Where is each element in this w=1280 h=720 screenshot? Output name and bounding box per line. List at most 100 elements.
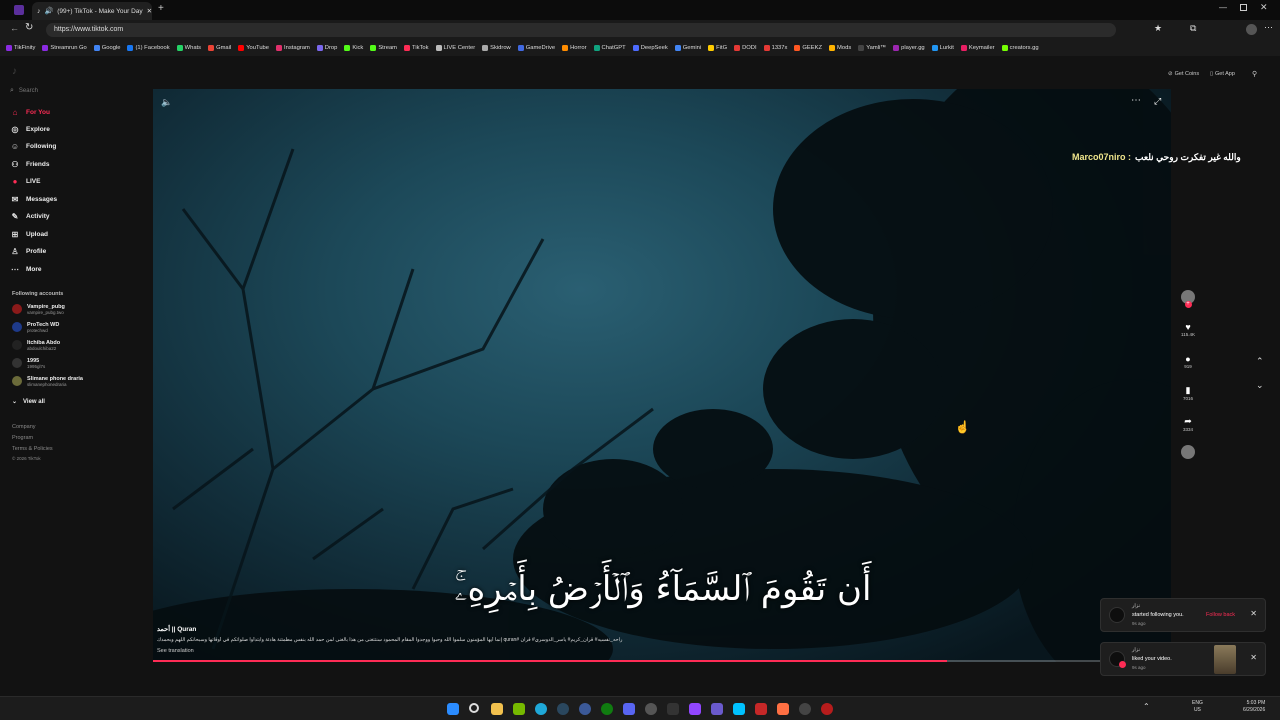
bookmark-item[interactable]: YouTube [238, 45, 269, 51]
window-maximize-button[interactable] [1240, 4, 1247, 11]
see-translation-link[interactable]: See translation [157, 648, 194, 654]
save-button[interactable]: ▮ 7016 [1180, 385, 1196, 401]
nav-item-friends[interactable]: ⚇ Friends [10, 159, 49, 169]
file-explorer-icon[interactable] [491, 703, 503, 715]
follow-back-button[interactable]: Follow back [1206, 612, 1235, 618]
follow-plus-icon[interactable]: + [1184, 301, 1192, 308]
bookmark-item[interactable]: GEEKZ [794, 45, 822, 51]
get-app-button[interactable]: ▯ Get App [1210, 71, 1235, 77]
bookmark-item[interactable]: Mods [829, 45, 851, 51]
app-icon[interactable] [755, 703, 767, 715]
xbox-icon[interactable] [601, 703, 613, 715]
video-progress-bar[interactable] [153, 660, 1171, 662]
bookmark-item[interactable]: creators.gg [1001, 45, 1039, 51]
close-icon[interactable]: ✕ [1250, 609, 1257, 618]
search-box[interactable]: ⌕ Search [10, 84, 140, 98]
bookmark-item[interactable]: Yamli™ [858, 45, 886, 51]
bookmark-item[interactable]: DODI [734, 45, 757, 51]
share-button[interactable]: ➦ 3334 [1180, 416, 1196, 432]
back-icon[interactable]: ← [10, 23, 19, 33]
nav-item-upload[interactable]: ⊞ Upload [10, 229, 48, 239]
bookmark-item[interactable]: ChatGPT [593, 45, 626, 51]
video-more-icon[interactable]: ⋯ [1131, 95, 1141, 106]
nav-item-following[interactable]: ☺ Following [10, 141, 56, 151]
favorite-star-icon[interactable]: ★ [1154, 23, 1162, 34]
footer-link[interactable]: Company [12, 424, 36, 430]
bookmark-item[interactable]: 1337x [763, 45, 787, 51]
bookmark-item[interactable]: Gemini [674, 45, 701, 51]
header-profile-icon[interactable]: ⚲ [1252, 70, 1257, 78]
epic-games-icon[interactable] [667, 703, 679, 715]
window-close-button[interactable]: ✕ [1260, 2, 1268, 13]
new-tab-button[interactable]: + [158, 3, 164, 14]
app-icon[interactable] [777, 703, 789, 715]
bookmark-item[interactable]: LIVE Center [435, 45, 475, 51]
creator-avatar[interactable]: + [1180, 290, 1196, 308]
previous-video-chevron-icon[interactable]: ⌃ [1256, 356, 1264, 367]
sound-avatar[interactable] [1180, 445, 1196, 459]
following-account[interactable]: Itchiba Abdo abdoulchiba22 [12, 340, 60, 351]
nav-item-messages[interactable]: ✉ Messages [10, 194, 57, 204]
bookmark-item[interactable]: GameDrive [517, 45, 555, 51]
url-input[interactable]: https://www.tiktok.com [46, 23, 1116, 37]
nav-item-profile[interactable]: ♙ Profile [10, 246, 46, 256]
following-account[interactable]: Slimane phone draria slimanephonedraria [12, 376, 83, 387]
following-account[interactable]: Vampire_pubg vampire_pubg.two [12, 304, 65, 315]
bookmark-item[interactable]: Drop [316, 45, 337, 51]
notification-like[interactable]: نزار liked your video. 9s ago ✕ [1100, 642, 1266, 676]
close-icon[interactable]: ✕ [1250, 653, 1257, 662]
bookmark-item[interactable]: Instagram [276, 45, 310, 51]
discord-icon[interactable] [623, 703, 635, 715]
bookmark-item[interactable]: Google [93, 45, 120, 51]
following-account[interactable]: 1995 1995gl7s [12, 358, 45, 369]
nav-item-live[interactable]: ● LIVE [10, 176, 41, 186]
browser-tab[interactable]: ♪ 🔊 (99+) TikTok - Make Your Day ✕ [32, 2, 152, 20]
profile-avatar-icon[interactable] [1246, 24, 1257, 35]
bookmark-item[interactable]: Skidrow [482, 45, 511, 51]
start-icon[interactable] [447, 703, 459, 715]
app-icon[interactable] [799, 703, 811, 715]
nav-item-explore[interactable]: ◎ Explore [10, 124, 50, 134]
capcut-icon[interactable] [733, 703, 745, 715]
bookmark-item[interactable]: Streamrun Go [42, 45, 87, 51]
app-icon[interactable] [579, 703, 591, 715]
view-all-link[interactable]: ⌄ View all [12, 398, 45, 406]
bookmark-item[interactable]: TikFinity [6, 45, 35, 51]
bookmark-item[interactable]: Kick [344, 45, 363, 51]
fullscreen-icon[interactable]: ⤢ [1154, 96, 1161, 107]
liked-video-thumbnail[interactable] [1214, 645, 1236, 674]
tray-chevron-icon[interactable]: ⌃ [1143, 702, 1150, 711]
bookmark-item[interactable]: Keymailer [960, 45, 995, 51]
search-icon[interactable] [469, 703, 479, 713]
like-button[interactable]: ♥ 115.4K [1180, 322, 1196, 337]
steam-icon[interactable] [557, 703, 569, 715]
edge-icon[interactable] [535, 703, 547, 715]
comment-button[interactable]: ● 919 [1180, 354, 1196, 369]
bookmark-item[interactable]: Gmail [208, 45, 231, 51]
bookmark-item[interactable]: TikTok [404, 45, 429, 51]
bookmark-item[interactable]: (1) Facebook [127, 45, 170, 51]
bookmark-item[interactable]: Horror [562, 45, 587, 51]
extensions-icon[interactable]: ⧉ [1190, 23, 1196, 34]
browser-more-icon[interactable]: ⋯ [1264, 22, 1273, 33]
mute-icon[interactable]: 🔈 [161, 97, 172, 108]
video-author[interactable]: أحمد || Quran [157, 625, 196, 633]
bookmark-item[interactable]: Whats [176, 45, 201, 51]
following-account[interactable]: ProTech WD protechwd [12, 322, 59, 333]
bookmark-item[interactable]: FitG [708, 45, 727, 51]
nav-item-more[interactable]: ⋯ More [10, 264, 42, 274]
reload-icon[interactable]: ↻ [25, 22, 33, 33]
twitch-icon[interactable] [689, 703, 701, 715]
bookmark-item[interactable]: DeepSeek [632, 45, 668, 51]
tray-lang[interactable]: ENG US [1192, 700, 1203, 714]
tab-close-icon[interactable]: ✕ [147, 7, 152, 15]
video-player[interactable]: 🔈 ⋯ ⤢ أَن تَقُومَ ٱلسَّمَآءُ وَٱلۡأَرۡضُ… [153, 89, 1171, 662]
app-icon[interactable] [821, 703, 833, 715]
bookmark-item[interactable]: Stream [370, 45, 397, 51]
footer-link[interactable]: Program [12, 435, 33, 441]
browser-menu-icon[interactable] [14, 5, 24, 15]
nav-item-for-you[interactable]: ⌂ For You [10, 107, 50, 117]
tiktok-logo[interactable]: ♪ [12, 66, 17, 77]
chatgpt-icon[interactable] [645, 703, 657, 715]
tray-clock[interactable]: 5:03 PM 6/29/2026 [1243, 700, 1265, 714]
